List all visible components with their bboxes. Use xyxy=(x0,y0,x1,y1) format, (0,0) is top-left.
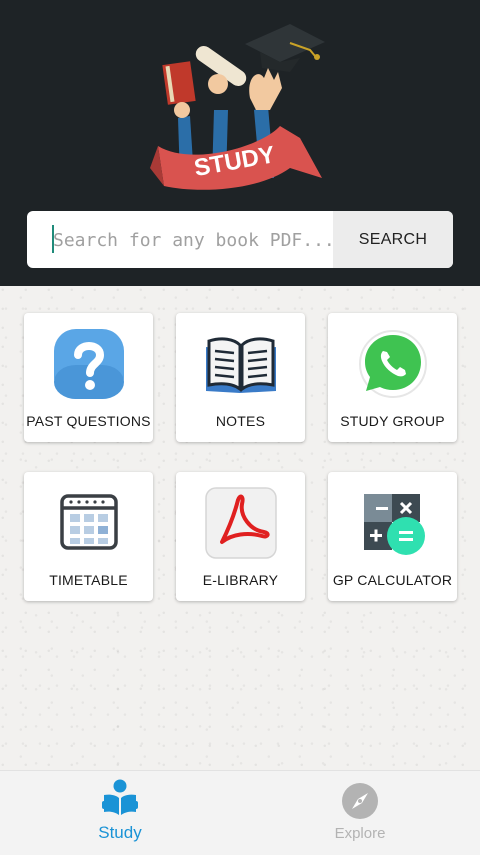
nav-label-explore: Explore xyxy=(334,825,386,842)
tile-gp-calculator[interactable]: GP CALCULATOR xyxy=(328,472,457,601)
tile-label: TIMETABLE xyxy=(49,572,128,588)
nav-label-study: Study xyxy=(98,823,142,842)
reader-icon xyxy=(102,779,138,815)
tile-past-questions[interactable]: PAST QUESTIONS xyxy=(24,313,153,442)
search-bar: SEARCH xyxy=(27,211,453,268)
tile-label: STUDY GROUP xyxy=(340,413,445,429)
tile-notes[interactable]: NOTES xyxy=(176,313,305,442)
feature-grid: PAST QUESTIONS NOTES STUDY GROUP TIMETAB… xyxy=(0,286,480,770)
tile-label: E-LIBRARY xyxy=(202,572,279,588)
tile-label: GP CALCULATOR xyxy=(332,572,453,588)
whatsapp-icon xyxy=(359,330,427,398)
question-icon xyxy=(54,329,124,399)
nav-tab-explore[interactable]: Explore xyxy=(240,771,480,855)
search-input[interactable] xyxy=(27,211,333,268)
tile-timetable[interactable]: TIMETABLE xyxy=(24,472,153,601)
tile-e-library[interactable]: E-LIBRARY xyxy=(176,472,305,601)
tile-label: PAST QUESTIONS xyxy=(26,413,151,429)
study-logo: STUDY xyxy=(150,24,325,190)
text-cursor xyxy=(52,225,54,253)
calendar-icon xyxy=(60,494,118,550)
nav-tab-study[interactable]: Study xyxy=(0,771,240,855)
calculator-icon xyxy=(364,494,425,555)
app-header: STUDY SEARCH xyxy=(0,0,480,286)
compass-icon xyxy=(342,783,378,819)
search-button[interactable]: SEARCH xyxy=(333,211,453,268)
pdf-icon xyxy=(205,487,277,559)
open-book-icon xyxy=(206,337,276,393)
bottom-navigation: Study Explore xyxy=(0,770,480,855)
tile-label: NOTES xyxy=(215,413,266,429)
tile-study-group[interactable]: STUDY GROUP xyxy=(328,313,457,442)
